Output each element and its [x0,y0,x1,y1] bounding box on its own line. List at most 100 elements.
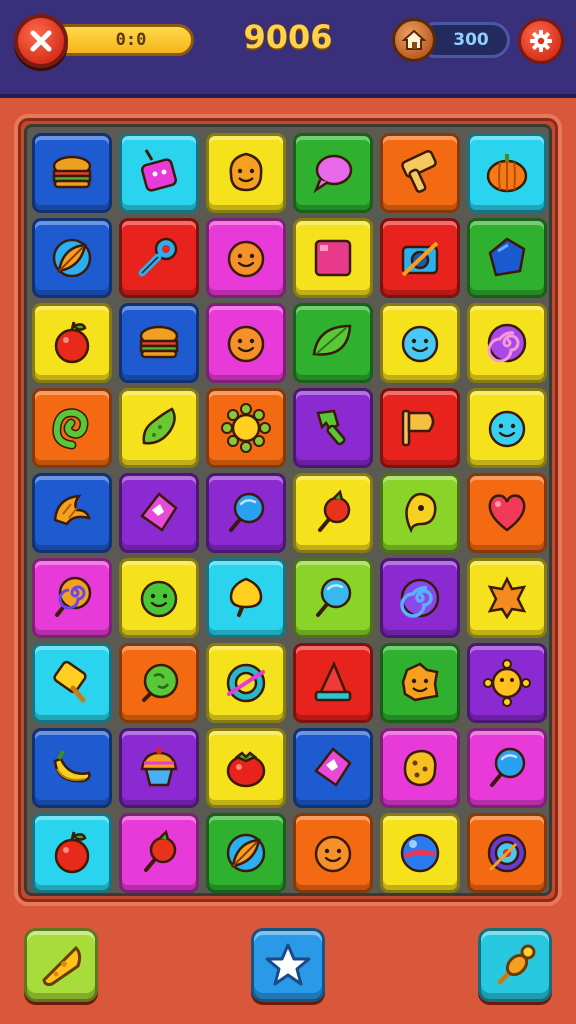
smiley-cyan-icon [488,410,526,448]
settings-button[interactable] [518,18,564,64]
board-tile[interactable] [293,558,373,638]
smiley-gold-icon [401,662,439,702]
board-tile[interactable] [380,728,460,808]
leaf-ring-icon [52,238,92,278]
board-tile[interactable] [32,133,112,213]
board-tile[interactable] [119,133,199,213]
board-tile[interactable] [293,728,373,808]
sun-icon [221,403,271,453]
moves-counter: 0:0 [115,30,147,50]
game-board [24,124,552,896]
board-tile[interactable] [119,388,199,468]
apple-icon [54,831,90,874]
pumpkin-icon [486,154,528,193]
board-tile[interactable] [293,813,373,893]
hammer-icon [401,150,437,193]
red-candy-icon [144,829,177,872]
board-tile[interactable] [380,388,460,468]
yellow-drop-icon [405,492,437,534]
blue-swirl-icon [400,578,440,618]
board-tile[interactable] [32,813,112,893]
coin-amount: 300 [453,30,489,50]
swirl-lollipop-icon [55,576,92,617]
board-tile[interactable] [119,303,199,383]
board-tile[interactable] [380,473,460,553]
blue-lollipop-icon [490,747,526,787]
coin-counter[interactable]: 300 [392,18,510,62]
smiley-blob-icon [229,152,263,192]
booster-star-button[interactable] [251,928,325,1002]
tomato-icon [226,751,266,788]
leaf-ring-icon [226,833,266,873]
board-tile[interactable] [467,643,547,723]
board-tile[interactable] [206,473,286,553]
board-tile[interactable] [293,643,373,723]
close-button[interactable] [14,14,68,68]
board-tile[interactable] [119,643,199,723]
board-tile[interactable] [32,303,112,383]
board-tile[interactable] [380,643,460,723]
moves-progress-bar: 0:0 [50,24,194,56]
camera-icon [401,241,439,277]
board-tile[interactable] [467,813,547,893]
board-tile[interactable] [32,388,112,468]
board-tile[interactable] [206,218,286,298]
board-tile[interactable] [206,558,286,638]
green-brush-icon [316,409,346,446]
board-tile[interactable] [467,473,547,553]
red-candy-icon [318,489,351,532]
board-tile[interactable] [293,303,373,383]
board-tile[interactable] [206,728,286,808]
star-icon [265,943,311,986]
green-world-icon [142,663,179,702]
pickle-icon [142,407,176,445]
board-tile[interactable] [293,218,373,298]
board-tile[interactable] [467,728,547,808]
board-tile[interactable] [380,558,460,638]
sun-yellow-icon [483,659,531,707]
board-tile[interactable] [32,728,112,808]
board-tile[interactable] [293,133,373,213]
board-tile[interactable] [467,558,547,638]
juice-box-icon [141,149,177,192]
board-tile[interactable] [293,388,373,468]
board-tile[interactable] [380,133,460,213]
board-tile[interactable] [380,813,460,893]
smiley-orange-icon [314,835,352,873]
orange-star-icon [487,576,527,620]
board-tile[interactable] [206,303,286,383]
board-tile[interactable] [119,473,199,553]
cyan-lollipop-icon [316,577,352,617]
board-tile[interactable] [467,303,547,383]
blue-lollipop-icon [229,492,265,532]
board-tile[interactable] [119,728,199,808]
gear-icon [530,30,552,52]
board-tile[interactable] [206,813,286,893]
board-tile[interactable] [467,133,547,213]
smiley-orange-icon [227,240,265,278]
board-tile[interactable] [380,218,460,298]
green-swirl-icon [52,408,89,450]
board-tile[interactable] [293,473,373,553]
board-tile[interactable] [206,388,286,468]
board-tile[interactable] [119,813,199,893]
board-tile[interactable] [32,218,112,298]
board-tile[interactable] [119,558,199,638]
board-tile[interactable] [206,133,286,213]
board-tile[interactable] [467,388,547,468]
board-tile[interactable] [467,218,547,298]
speech-candy-icon [313,154,353,194]
top-bar: 0:0 9006 300 [0,0,576,98]
burger-icon [139,325,179,359]
board-tile[interactable] [119,218,199,298]
board-tile[interactable] [32,473,112,553]
apple-icon [54,321,90,364]
house-coin-icon [392,18,436,62]
board-tile[interactable] [32,558,112,638]
board-tile[interactable] [32,643,112,723]
board-tile[interactable] [206,643,286,723]
ice-pop-icon [53,660,87,703]
board-tile[interactable] [380,303,460,383]
booster-pin-button[interactable] [478,928,552,1002]
booster-cheese-button[interactable] [24,928,98,1002]
